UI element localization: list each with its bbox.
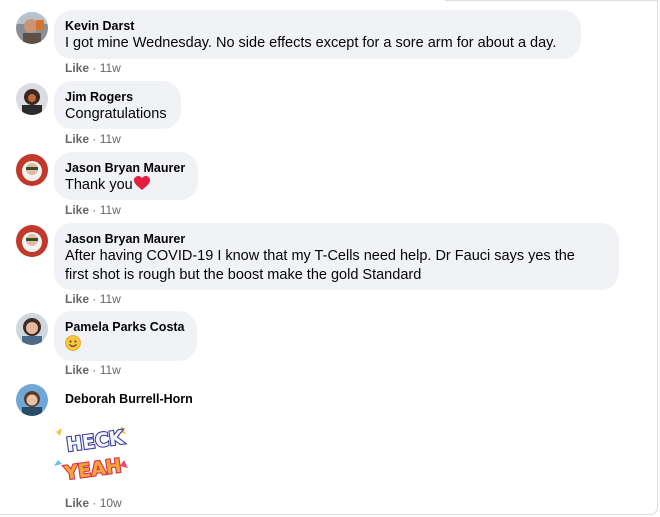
comment-meta: Like · 11w (65, 363, 121, 377)
comment-timestamp[interactable]: 11w (100, 203, 121, 217)
top-divider (445, 0, 658, 1)
like-button[interactable]: Like (65, 363, 89, 377)
meta-separator: · (92, 132, 97, 146)
like-button[interactable]: Like (65, 496, 89, 510)
avatar[interactable] (16, 313, 48, 345)
like-button[interactable]: Like (65, 203, 89, 217)
comment-bubble: Jim Rogers Congratulations (54, 81, 181, 129)
comment-author[interactable]: Jason Bryan Maurer (65, 160, 186, 176)
smiley-emoji-icon (65, 335, 81, 357)
comment-meta: Like · 11w (65, 132, 121, 146)
avatar[interactable] (16, 225, 48, 257)
comment-meta: Like · 10w (65, 496, 122, 510)
meta-separator: · (92, 363, 97, 377)
heart-emoji-icon (133, 176, 150, 197)
like-button[interactable]: Like (65, 292, 89, 306)
comment-timestamp[interactable]: 10w (100, 496, 122, 510)
avatar[interactable] (16, 83, 48, 115)
comment-timestamp[interactable]: 11w (100, 132, 121, 146)
sticker-line-1: HECK (65, 426, 126, 456)
sticker-line-2: YEAH (62, 455, 123, 485)
comment-text: Thank you (65, 176, 186, 197)
comment-author[interactable]: Jim Rogers (65, 89, 169, 105)
avatar[interactable] (16, 154, 48, 186)
comment-meta: Like · 11w (65, 203, 121, 217)
comment-text-content: Thank you (65, 177, 133, 193)
meta-separator: · (92, 61, 97, 75)
comment-bubble: Kevin Darst I got mine Wednesday. No sid… (54, 10, 581, 59)
comment-timestamp[interactable]: 11w (100, 61, 121, 75)
comment-author[interactable]: Pamela Parks Costa (65, 319, 185, 335)
avatar[interactable] (16, 12, 48, 44)
comment-meta: Like · 11w (65, 292, 121, 306)
comment-author[interactable]: Kevin Darst (65, 18, 569, 34)
meta-separator: · (92, 496, 97, 510)
like-button[interactable]: Like (65, 132, 89, 146)
avatar[interactable] (16, 384, 48, 416)
comment-bubble: Jason Bryan Maurer Thank you (54, 152, 198, 200)
comment-author[interactable]: Deborah Burrell-Horn (65, 391, 193, 407)
like-button[interactable]: Like (65, 61, 89, 75)
comment-text: I got mine Wednesday. No side effects ex… (65, 35, 557, 51)
comment-timestamp[interactable]: 11w (100, 363, 121, 377)
comment-meta: Like · 11w (65, 61, 121, 75)
comment-text-line-2: first shot is rough but the boost make t… (65, 267, 422, 283)
comment-bubble: Jason Bryan Maurer After having COVID-19… (54, 223, 619, 290)
comment-text-line-1: After having COVID-19 I know that my T-C… (65, 248, 575, 264)
comment-timestamp[interactable]: 11w (100, 292, 121, 306)
meta-separator: · (92, 203, 97, 217)
comment-bubble: Pamela Parks Costa (54, 311, 197, 361)
comment-text (65, 335, 185, 357)
comment-text: Congratulations (65, 106, 167, 122)
comment-author[interactable]: Jason Bryan Maurer (65, 231, 607, 247)
meta-separator: · (92, 292, 97, 306)
heck-yeah-sticker[interactable]: HECK YEAH (52, 420, 130, 488)
